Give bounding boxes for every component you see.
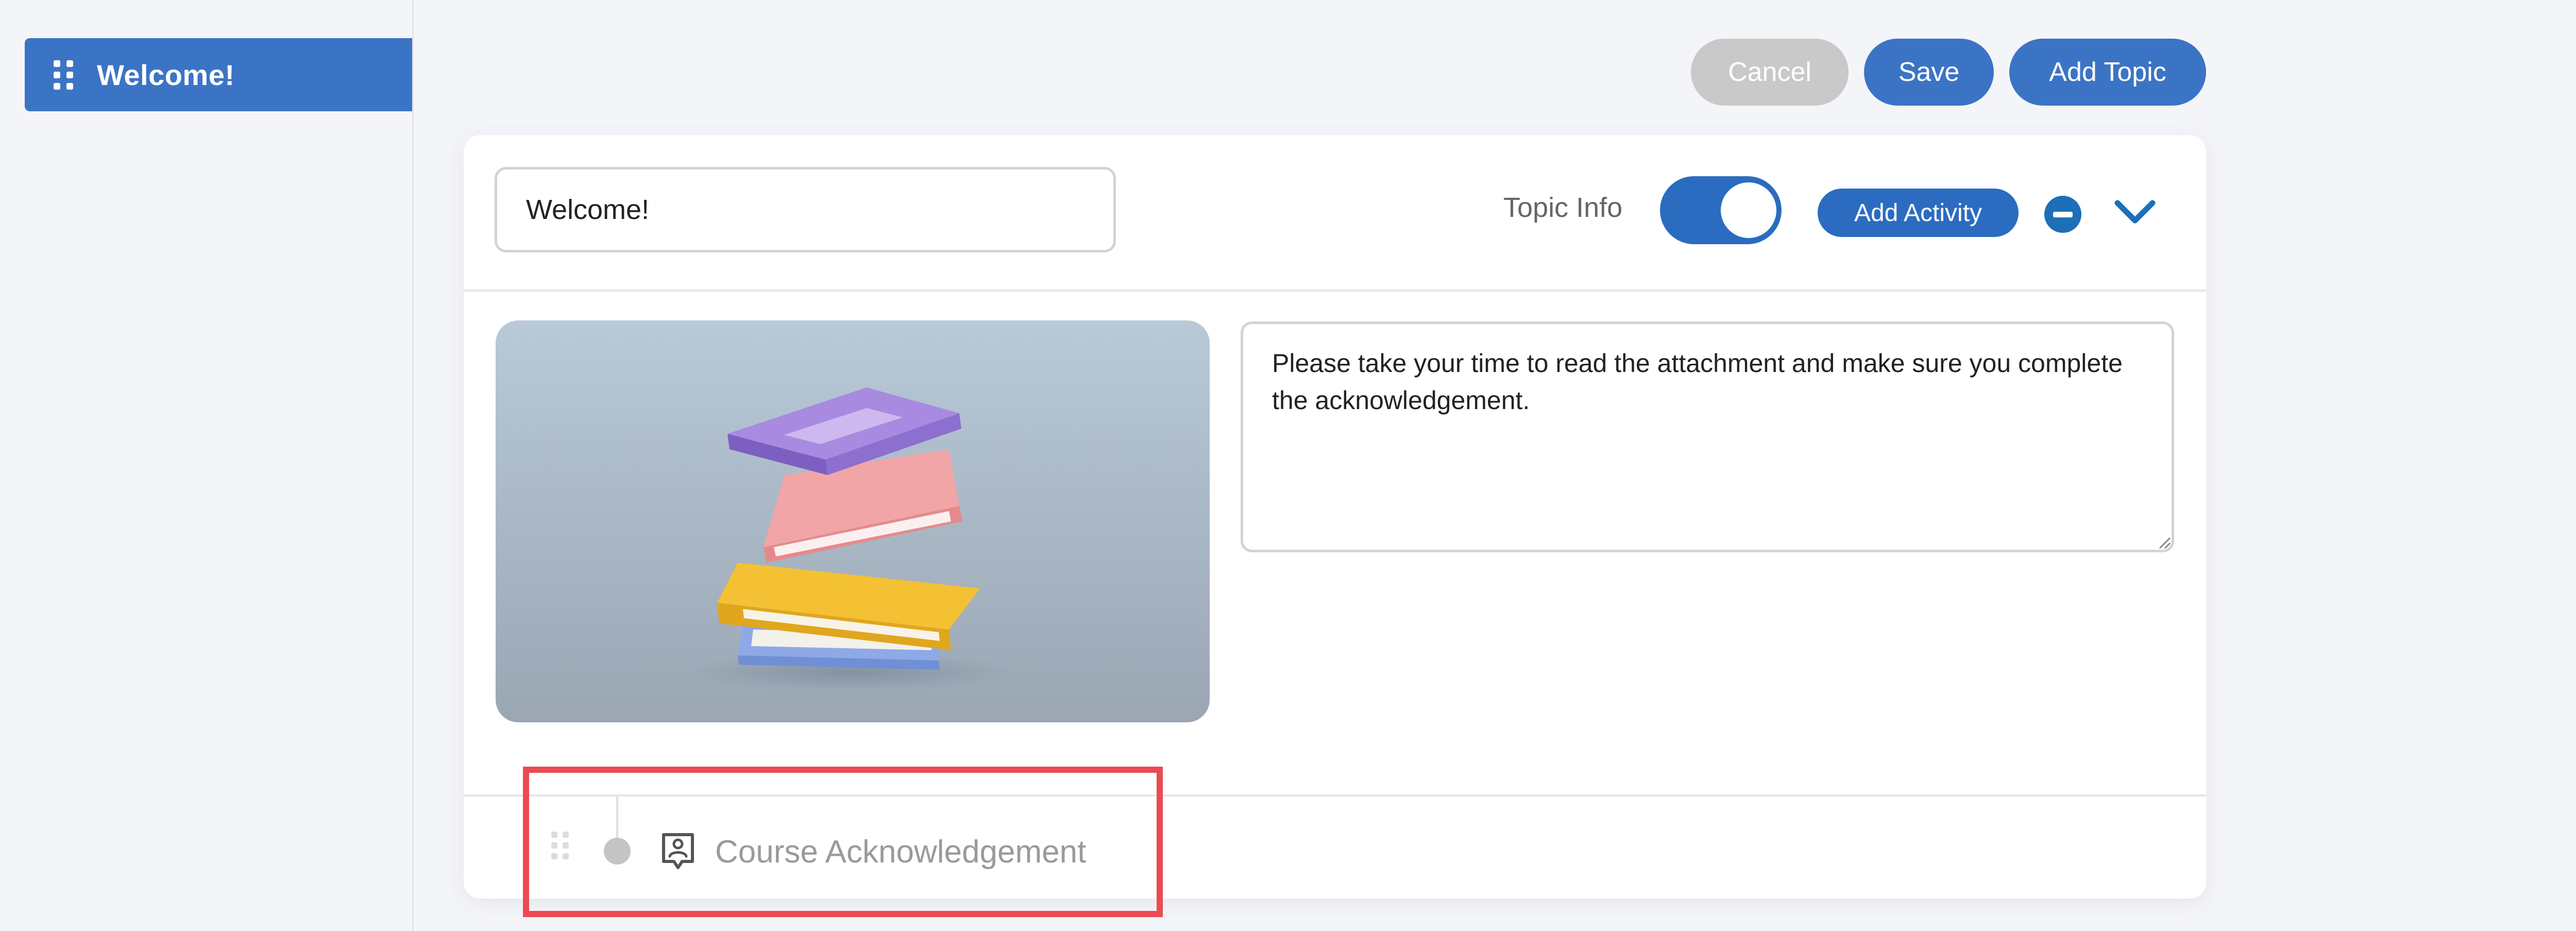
minus-circle-icon[interactable] bbox=[2044, 196, 2081, 233]
chevron-down-icon[interactable] bbox=[2112, 196, 2158, 229]
sidebar-item-label: Welcome! bbox=[97, 58, 235, 91]
cover-image[interactable] bbox=[496, 320, 1210, 722]
topic-sidebar: Welcome! bbox=[0, 0, 414, 931]
highlight-annotation-box bbox=[523, 767, 1163, 917]
books-stack-illustration bbox=[496, 320, 1210, 722]
textarea-resize-handle[interactable] bbox=[2158, 536, 2171, 549]
add-activity-button[interactable]: Add Activity bbox=[1818, 189, 2019, 237]
sidebar-item-welcome[interactable]: Welcome! bbox=[25, 38, 412, 111]
topic-title-input[interactable] bbox=[495, 167, 1116, 252]
save-button[interactable]: Save bbox=[1864, 39, 1994, 106]
topic-info-label: Topic Info bbox=[1503, 192, 1623, 223]
toggle-knob bbox=[1721, 182, 1776, 238]
header-divider bbox=[464, 290, 2206, 292]
add-topic-button[interactable]: Add Topic bbox=[2009, 39, 2206, 106]
topic-info-toggle[interactable] bbox=[1660, 176, 1782, 244]
drag-handle-icon[interactable] bbox=[54, 60, 73, 90]
cancel-button[interactable]: Cancel bbox=[1691, 39, 1849, 106]
topic-description-textarea[interactable]: Please take your time to read the attach… bbox=[1241, 321, 2174, 552]
